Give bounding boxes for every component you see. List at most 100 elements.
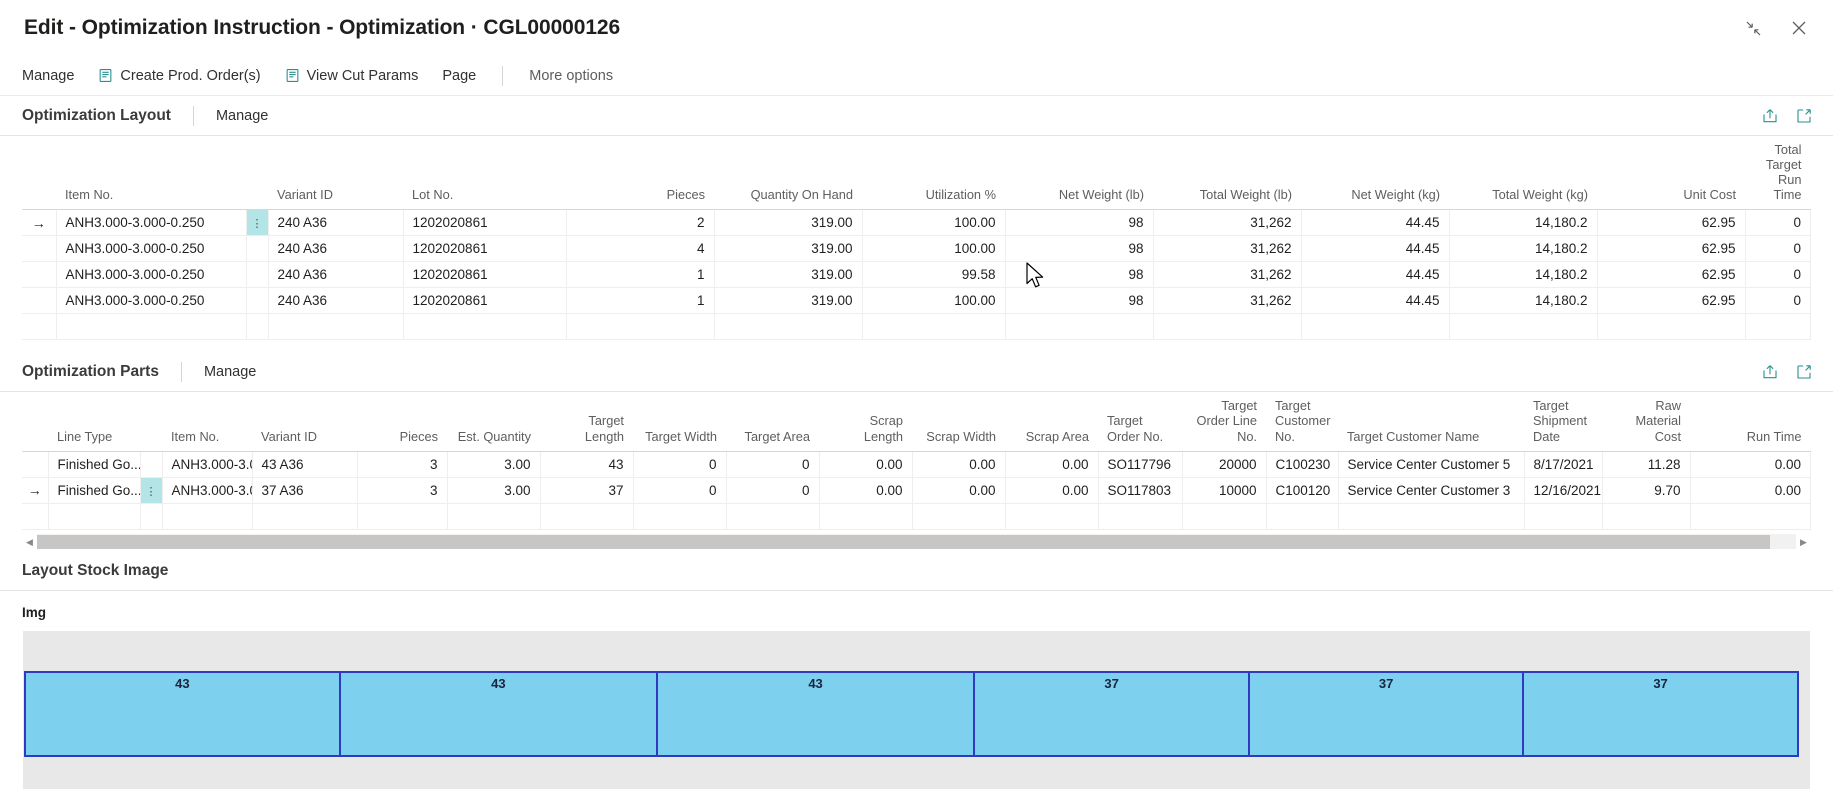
table-cell[interactable]: 20000: [1182, 451, 1267, 478]
column-header-target-area[interactable]: Target Area: [726, 392, 819, 452]
cmd-more-options[interactable]: More options: [517, 64, 625, 88]
table-cell[interactable]: 0: [1745, 261, 1811, 289]
table-cell[interactable]: 0: [1745, 287, 1811, 315]
table-cell[interactable]: 14,180.2: [1449, 287, 1598, 315]
horizontal-scrollbar[interactable]: ◀ ▶: [22, 533, 1811, 551]
table-cell[interactable]: 12/16/2021: [1524, 477, 1603, 504]
table-row[interactable]: ANH3.000-3.000-0.250 240 A36 1202020861 1 31…: [22, 287, 1811, 315]
table-cell[interactable]: 14,180.2: [1449, 235, 1598, 263]
table-cell[interactable]: 3: [357, 451, 448, 478]
table-cell-empty[interactable]: [1690, 503, 1811, 530]
table-cell[interactable]: 0: [1745, 235, 1811, 263]
column-header-pieces[interactable]: Pieces: [566, 136, 714, 211]
table-cell[interactable]: C100230: [1266, 451, 1339, 478]
row-options-menu-icon[interactable]: [246, 261, 269, 289]
table-cell[interactable]: 0: [726, 477, 820, 504]
column-header-raw-material-cost[interactable]: Raw Material Cost: [1602, 392, 1690, 452]
table-cell[interactable]: 0: [726, 451, 820, 478]
table-cell[interactable]: 43: [540, 451, 634, 478]
scrollbar-thumb[interactable]: [37, 535, 1770, 550]
column-header-run-time[interactable]: Run Time: [1690, 392, 1811, 452]
row-options-menu-icon[interactable]: [246, 287, 269, 315]
table-cell[interactable]: 1: [566, 287, 715, 315]
column-header-line-type[interactable]: Line Type: [48, 392, 140, 452]
table-cell[interactable]: 0.00: [1005, 477, 1099, 504]
row-selector-current[interactable]: →: [22, 477, 49, 504]
table-cell[interactable]: 0: [1745, 209, 1811, 237]
table-cell[interactable]: 319.00: [714, 235, 863, 263]
column-header-lot-no[interactable]: Lot No.: [403, 136, 566, 211]
table-cell[interactable]: 1202020861: [403, 261, 567, 289]
table-cell[interactable]: 98: [1005, 235, 1154, 263]
table-cell[interactable]: 1202020861: [403, 209, 567, 237]
table-cell[interactable]: 10000: [1182, 477, 1267, 504]
row-selector-current[interactable]: →: [22, 209, 57, 237]
table-row[interactable]: →Finished Go...⋮ANH3.000-3.0...37 A3633.…: [22, 477, 1811, 504]
row-options-menu-icon[interactable]: [140, 451, 163, 478]
table-cell[interactable]: 31,262: [1153, 235, 1302, 263]
stock-segment[interactable]: 37: [1522, 670, 1799, 757]
table-row[interactable]: ANH3.000-3.000-0.250 240 A36 1202020861 1 31…: [22, 261, 1811, 289]
table-cell[interactable]: 3.00: [447, 451, 541, 478]
table-cell[interactable]: 100.00: [862, 209, 1006, 237]
column-header-est-quantity[interactable]: Est. Quantity: [447, 392, 540, 452]
table-cell[interactable]: 1: [566, 261, 715, 289]
table-row[interactable]: → ANH3.000-3.000-0.250 ⋮ 240 A36 1202020861 2…: [22, 209, 1811, 237]
table-cell-empty[interactable]: [1098, 503, 1183, 530]
table-cell[interactable]: 0.00: [819, 451, 913, 478]
table-cell[interactable]: 0.00: [1005, 451, 1099, 478]
table-cell[interactable]: 31,262: [1153, 287, 1302, 315]
table-cell[interactable]: 100.00: [862, 235, 1006, 263]
row-selector[interactable]: [22, 235, 57, 263]
table-cell[interactable]: SO117796: [1098, 451, 1183, 478]
table-cell[interactable]: 3: [357, 477, 448, 504]
table-cell[interactable]: 98: [1005, 209, 1154, 237]
column-header-variant-id[interactable]: Variant ID: [268, 136, 403, 211]
table-cell-empty[interactable]: [246, 313, 269, 341]
restore-down-icon[interactable]: [1733, 9, 1773, 47]
column-header-net-weight-lb[interactable]: Net Weight (lb): [1005, 136, 1153, 211]
table-cell[interactable]: C100120: [1266, 477, 1339, 504]
column-header-total-weight-kg[interactable]: Total Weight (kg): [1449, 136, 1597, 211]
table-cell[interactable]: 62.95: [1597, 209, 1746, 237]
table-cell-empty[interactable]: [1745, 313, 1811, 341]
table-cell[interactable]: Service Center Customer 5: [1338, 451, 1525, 478]
column-header-variant-id[interactable]: Variant ID: [252, 392, 357, 452]
table-cell[interactable]: 240 A36: [268, 235, 404, 263]
table-cell-empty[interactable]: [1338, 503, 1525, 530]
table-cell[interactable]: 0: [633, 451, 727, 478]
column-header-item-no[interactable]: Item No.: [56, 136, 246, 211]
stock-segment[interactable]: 37: [1248, 670, 1525, 757]
table-cell[interactable]: 37: [540, 477, 634, 504]
table-row[interactable]: Finished Go... ANH3.000-3.0...43 A3633.00…: [22, 451, 1811, 478]
row-options-menu-icon[interactable]: [246, 235, 269, 263]
table-cell-empty[interactable]: [633, 503, 727, 530]
table-cell[interactable]: 31,262: [1153, 209, 1302, 237]
table-cell[interactable]: Finished Go...: [48, 451, 141, 478]
table-cell[interactable]: 62.95: [1597, 261, 1746, 289]
close-icon[interactable]: [1779, 9, 1819, 47]
table-cell[interactable]: 62.95: [1597, 287, 1746, 315]
table-cell[interactable]: 100.00: [862, 287, 1006, 315]
column-header-quantity-on-hand[interactable]: Quantity On Hand: [714, 136, 862, 211]
table-cell[interactable]: 4: [566, 235, 715, 263]
table-cell-empty[interactable]: [1602, 503, 1691, 530]
stock-segment[interactable]: 43: [655, 670, 976, 757]
stock-segment[interactable]: 43: [338, 670, 658, 757]
table-cell-empty[interactable]: [1005, 503, 1099, 530]
table-cell-empty[interactable]: [22, 313, 57, 341]
row-options-menu-icon[interactable]: ⋮: [140, 477, 163, 504]
table-cell[interactable]: 31,262: [1153, 261, 1302, 289]
column-header-target-width[interactable]: Target Width: [633, 392, 726, 452]
table-cell[interactable]: 14,180.2: [1449, 261, 1598, 289]
table-cell[interactable]: 44.45: [1301, 209, 1450, 237]
table-cell[interactable]: 11.28: [1602, 451, 1691, 478]
table-cell[interactable]: 98: [1005, 287, 1154, 315]
table-cell[interactable]: 44.45: [1301, 235, 1450, 263]
table-cell[interactable]: 99.58: [862, 261, 1006, 289]
table-cell[interactable]: 240 A36: [268, 287, 404, 315]
table-cell[interactable]: SO117803: [1098, 477, 1183, 504]
open-in-new-window-icon[interactable]: [1793, 105, 1815, 127]
row-selector[interactable]: [22, 451, 49, 478]
column-header-scrap-width[interactable]: Scrap Width: [912, 392, 1005, 452]
